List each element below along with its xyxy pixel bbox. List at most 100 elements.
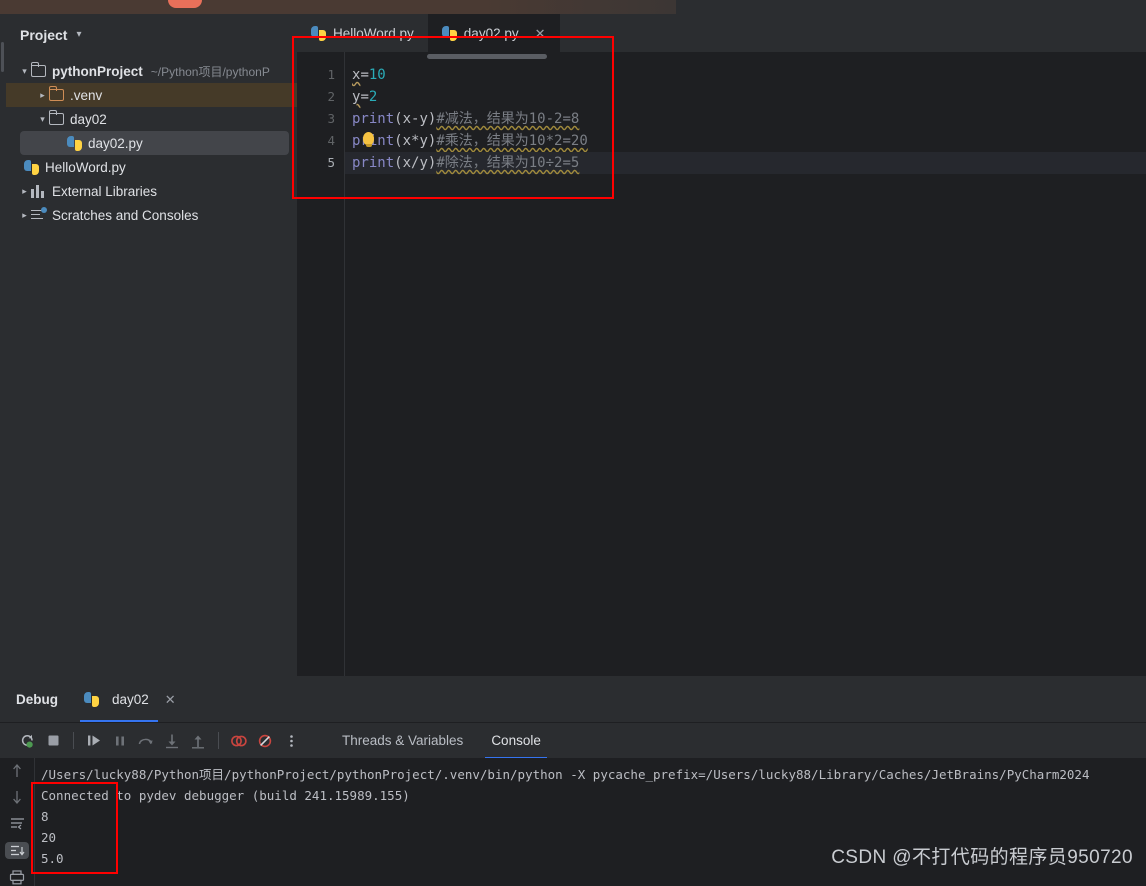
tree-item-venv[interactable]: ▸ .venv <box>6 83 297 107</box>
console-line: 8 <box>41 809 49 824</box>
tab-label: HelloWord.py <box>333 25 414 41</box>
mute-breakpoints-icon[interactable] <box>252 728 278 754</box>
tree-item-external-libraries[interactable]: ▸ External Libraries <box>6 179 297 203</box>
watermark-text: CSDN @不打代码的程序员950720 <box>831 847 1133 868</box>
code-token-comment: #乘法，结果为10*2=20 <box>436 133 588 149</box>
tree-item-label: pythonProject <box>52 63 143 79</box>
debug-toolbar: Threads & Variables Console <box>0 722 1146 759</box>
code-line-1[interactable]: x=10 <box>345 64 1146 86</box>
code-line-4[interactable]: print(x*y)#乘法，结果为10*2=20 <box>345 130 1146 152</box>
python-file-icon <box>441 25 457 41</box>
debug-panel: Debug day02 ✕ Threads & Variables Consol… <box>0 676 1146 886</box>
line-number-gutter: 1 2 3 4 5 <box>297 52 345 676</box>
code-token-function: print <box>352 155 395 171</box>
lightbulb-icon[interactable] <box>363 132 374 147</box>
console-line: /Users/lucky88/Python项目/pythonProject/py… <box>41 767 1090 782</box>
code-token-comment: #减法，结果为10-2=8 <box>436 111 580 127</box>
view-breakpoints-icon[interactable] <box>226 728 252 754</box>
debug-session-tab[interactable]: day02 ✕ <box>80 676 180 722</box>
code-token-number: 10 <box>368 67 386 83</box>
tree-item-label: day02.py <box>88 135 143 151</box>
tab-threads-and-variables[interactable]: Threads & Variables <box>328 723 477 759</box>
code-line-5[interactable]: print(x/y)#除法，结果为10÷2=5 <box>345 152 1146 174</box>
chevron-down-icon[interactable]: ▾ <box>36 114 49 125</box>
line-number: 5 <box>327 155 335 170</box>
folder-icon <box>30 62 46 77</box>
chevron-right-icon[interactable]: ▸ <box>18 186 31 197</box>
step-into-icon[interactable] <box>159 728 185 754</box>
project-panel-title: Project <box>20 26 68 43</box>
project-panel-header[interactable]: Project ▾ <box>6 14 297 55</box>
toolbar-divider <box>218 732 219 749</box>
more-options-icon[interactable] <box>278 728 304 754</box>
editor-tab-bar: HelloWord.py day02.py ✕ <box>297 14 1146 52</box>
print-icon[interactable] <box>5 868 29 886</box>
code-token-op: = <box>360 67 369 83</box>
chevron-right-icon[interactable]: ▸ <box>36 90 49 101</box>
console-side-rail <box>0 758 34 886</box>
scroll-up-icon[interactable] <box>5 762 29 780</box>
tree-item-helloword-py[interactable]: HelloWord.py <box>6 155 297 179</box>
project-sidebar: Project ▾ ▾ pythonProject ~/Python项目/pyt… <box>6 14 297 676</box>
step-out-icon[interactable] <box>185 728 211 754</box>
python-file-icon <box>67 135 82 151</box>
chevron-right-icon[interactable]: ▸ <box>18 210 31 221</box>
tree-item-scratches-and-consoles[interactable]: ▸ Scratches and Consoles <box>6 203 297 227</box>
console-line: 20 <box>41 830 57 845</box>
title-strip-right <box>676 0 1146 14</box>
code-token-comment: #除法，结果为10÷2=5 <box>436 155 580 171</box>
scroll-down-icon[interactable] <box>5 789 29 807</box>
code-line-2[interactable]: y=2 <box>345 86 1146 108</box>
scroll-to-end-icon[interactable] <box>5 841 29 860</box>
code-text[interactable]: x=10 y=2 print(x-y)#减法，结果为10-2=8 print(x… <box>345 52 1146 676</box>
code-token-number: 2 <box>368 89 378 105</box>
tree-item-label: HelloWord.py <box>45 159 126 175</box>
python-file-icon <box>24 159 39 175</box>
code-token-args: (x-y) <box>394 111 437 127</box>
step-over-icon[interactable] <box>133 728 159 754</box>
code-token-function: print <box>352 111 395 127</box>
tree-item-pythonproject[interactable]: ▾ pythonProject ~/Python项目/pythonP <box>6 59 297 83</box>
line-number: 4 <box>327 133 335 148</box>
code-line-3[interactable]: print(x-y)#减法，结果为10-2=8 <box>345 108 1146 130</box>
app-icon-partial <box>168 0 202 8</box>
folder-icon <box>48 110 64 125</box>
chevron-down-icon[interactable]: ▾ <box>76 29 81 40</box>
code-token-op: = <box>360 89 369 105</box>
chevron-down-icon[interactable]: ▾ <box>18 66 31 77</box>
project-tree: ▾ pythonProject ~/Python项目/pythonP ▸ .ve… <box>6 55 297 227</box>
active-tab-underline <box>80 720 158 722</box>
editor-body[interactable]: 1 2 3 4 5 x=10 y=2 print(x-y)#减法，结果为10-2… <box>297 52 1146 676</box>
debug-panel-title: Debug <box>16 691 58 707</box>
python-file-icon <box>311 25 326 41</box>
folder-icon <box>48 86 64 101</box>
tab-console[interactable]: Console <box>477 723 555 759</box>
tree-item-label: day02 <box>70 111 107 127</box>
tree-item-day02-py[interactable]: ▸ day02.py <box>20 131 289 155</box>
tab-day02-py[interactable]: day02.py ✕ <box>427 14 560 52</box>
stop-icon[interactable] <box>40 728 66 754</box>
pycharm-window: Project ▾ ▾ pythonProject ~/Python项目/pyt… <box>0 0 1146 886</box>
soft-wrap-icon[interactable] <box>5 815 29 833</box>
scratches-icon <box>31 206 47 222</box>
editor-area: HelloWord.py day02.py ✕ 1 2 3 4 5 x=10 y… <box>297 14 1146 676</box>
python-file-icon <box>84 691 99 707</box>
tab-helloword-py[interactable]: HelloWord.py <box>297 14 428 52</box>
library-icon <box>31 184 46 198</box>
tree-item-label: .venv <box>70 87 103 103</box>
tree-item-label: External Libraries <box>52 183 158 199</box>
rerun-icon[interactable] <box>14 728 40 754</box>
code-token-args: (x*y) <box>394 133 437 149</box>
resume-icon[interactable] <box>81 728 107 754</box>
spacer-icon: ▸ <box>54 138 67 149</box>
tab-label: day02.py <box>463 25 519 41</box>
tree-item-day02-folder[interactable]: ▾ day02 <box>6 107 297 131</box>
line-number: 2 <box>327 89 335 104</box>
close-icon[interactable]: ✕ <box>535 27 546 40</box>
console-line: Connected to pydev debugger (build 241.1… <box>41 788 410 803</box>
close-icon[interactable]: ✕ <box>165 693 176 706</box>
debug-panel-header: Debug day02 ✕ <box>0 676 1146 722</box>
pause-icon[interactable] <box>107 728 133 754</box>
debug-session-label: day02 <box>112 691 149 707</box>
toolbar-divider <box>73 732 74 749</box>
